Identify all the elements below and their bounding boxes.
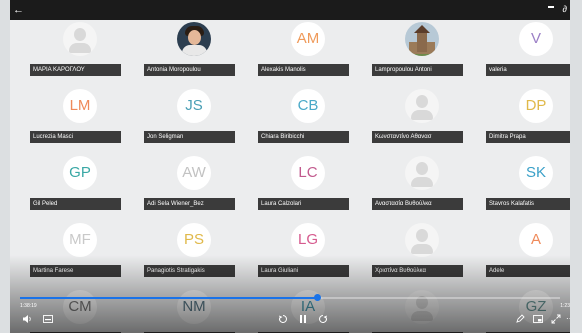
top-bar: ← ∂ bbox=[10, 0, 570, 20]
captions-icon[interactable] bbox=[43, 315, 53, 325]
progress-bar[interactable] bbox=[20, 294, 560, 301]
participant-tile[interactable]: ΜΑΡΙΑ ΚΑΡΟΓΛΟΥ bbox=[30, 22, 121, 80]
user-silhouette-icon bbox=[405, 156, 439, 190]
video-player: ← ∂ ΜΑΡΙΑ ΚΑΡΟΓΛΟΥ Antonia Moropoulou AM Al… bbox=[10, 0, 570, 333]
pause-icon[interactable] bbox=[298, 314, 308, 326]
elapsed-time: 1:38:19 bbox=[20, 303, 37, 309]
arrow-left-icon[interactable]: ← bbox=[13, 3, 24, 17]
participant-tile[interactable]: Κωνσταντίνο Αθανασ bbox=[372, 89, 463, 147]
avatar-initials: PS bbox=[177, 223, 211, 257]
pen-icon[interactable] bbox=[515, 314, 525, 326]
participant-name: Αναστασία Βυθούλκα bbox=[372, 198, 463, 210]
participant-tile[interactable]: Antonia Moropoulou bbox=[144, 22, 235, 80]
participant-tile[interactable]: Lampropoulou Antoni bbox=[372, 22, 463, 80]
participant-name: valeria bbox=[486, 64, 570, 76]
participant-tile[interactable]: JS Jon Seligman bbox=[144, 89, 235, 147]
participant-tile[interactable]: AW Adi Sela Wiener_Bez bbox=[144, 156, 235, 214]
user-silhouette-icon bbox=[405, 89, 439, 123]
participant-name: Alexakis Manolis bbox=[258, 64, 349, 76]
participant-name: Chiara Biribicchi bbox=[258, 131, 349, 143]
left-margin bbox=[0, 0, 10, 333]
participant-name: Jon Seligman bbox=[144, 131, 235, 143]
more-icon[interactable]: ⋯ bbox=[566, 314, 570, 324]
scrub-handle[interactable] bbox=[314, 294, 321, 301]
avatar-initials: JS bbox=[177, 89, 211, 123]
avatar-initials: GP bbox=[63, 156, 97, 190]
expand-icon[interactable]: ∂ bbox=[563, 3, 567, 15]
user-silhouette-icon bbox=[63, 22, 97, 56]
fullscreen-icon[interactable] bbox=[551, 314, 561, 326]
participant-name: Laura Calzolari bbox=[258, 198, 349, 210]
screen-icon[interactable] bbox=[533, 315, 543, 325]
participant-name: Lampropoulou Antoni bbox=[372, 64, 463, 76]
controls-overlay bbox=[10, 255, 570, 333]
participant-name: Antonia Moropoulou bbox=[144, 64, 235, 76]
avatar-initials: SK bbox=[519, 156, 553, 190]
participant-tile[interactable]: LM Lucrezia Masci bbox=[30, 89, 121, 147]
forward-icon[interactable] bbox=[318, 314, 328, 326]
participant-name: Dimitra Prapa bbox=[486, 131, 570, 143]
participant-tile[interactable]: Αναστασία Βυθούλκα bbox=[372, 156, 463, 214]
participant-tile[interactable]: DP Dimitra Prapa bbox=[486, 89, 570, 147]
volume-icon[interactable] bbox=[22, 314, 32, 326]
avatar-initials: LM bbox=[63, 89, 97, 123]
participant-tile[interactable]: CB Chiara Biribicchi bbox=[258, 89, 349, 147]
participant-name: Stavros Kalafatis bbox=[486, 198, 570, 210]
avatar-photo bbox=[177, 22, 211, 56]
avatar-initials: LC bbox=[291, 156, 325, 190]
avatar-initials: CB bbox=[291, 89, 325, 123]
participant-name: ΜΑΡΙΑ ΚΑΡΟΓΛΟΥ bbox=[30, 64, 121, 76]
participant-name: Gil Peled bbox=[30, 198, 121, 210]
participant-tile[interactable]: SK Stavros Kalafatis bbox=[486, 156, 570, 214]
rewind-icon[interactable] bbox=[278, 314, 288, 326]
participant-tile[interactable]: Vvaleria bbox=[486, 22, 570, 80]
avatar-initials: A bbox=[519, 223, 553, 257]
participant-tile[interactable]: LC Laura Calzolari bbox=[258, 156, 349, 214]
right-margin bbox=[570, 0, 582, 333]
remaining-time: 1:23 bbox=[560, 303, 570, 309]
avatar-initials: AW bbox=[177, 156, 211, 190]
avatar-initials: AM bbox=[291, 22, 325, 56]
participant-name: Κωνσταντίνο Αθανασ bbox=[372, 131, 463, 143]
minimize-icon[interactable] bbox=[548, 6, 554, 8]
participant-name: Lucrezia Masci bbox=[30, 131, 121, 143]
participant-tile[interactable]: AM Alexakis Manolis bbox=[258, 22, 349, 80]
avatar-initials: MF bbox=[63, 223, 97, 257]
avatar-photo bbox=[405, 22, 439, 56]
avatar-initials: DP bbox=[519, 89, 553, 123]
user-silhouette-icon bbox=[405, 223, 439, 257]
participant-tile[interactable]: GP Gil Peled bbox=[30, 156, 121, 214]
avatar-initials: V bbox=[519, 22, 553, 56]
avatar-initials: LG bbox=[291, 223, 325, 257]
progress-fill bbox=[20, 297, 317, 299]
participant-name: Adi Sela Wiener_Bez bbox=[144, 198, 235, 210]
